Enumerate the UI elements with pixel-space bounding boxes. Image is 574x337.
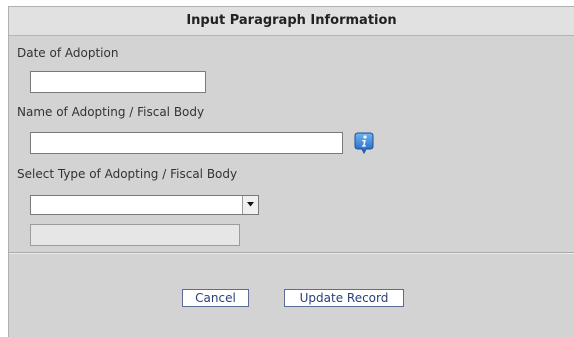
adopting-body-type-label: Select Type of Adopting / Fiscal Body	[17, 167, 238, 181]
adopting-body-type-select[interactable]	[30, 195, 259, 215]
cancel-button[interactable]: Cancel	[182, 289, 249, 307]
info-icon[interactable]	[354, 132, 374, 155]
dialog-title: Input Paragraph Information	[9, 7, 574, 36]
date-of-adoption-input[interactable]	[30, 71, 206, 93]
date-of-adoption-label: Date of Adoption	[17, 46, 119, 60]
form-divider	[9, 252, 574, 254]
dropdown-toggle[interactable]	[242, 196, 258, 214]
input-paragraph-dialog: Input Paragraph Information Date of Adop…	[8, 6, 574, 337]
update-record-button[interactable]: Update Record	[284, 289, 404, 307]
adopting-body-name-input[interactable]	[30, 132, 343, 154]
adopting-body-name-label: Name of Adopting / Fiscal Body	[17, 105, 205, 119]
chevron-down-icon	[247, 202, 254, 207]
adopting-body-type-other-field	[30, 224, 240, 246]
